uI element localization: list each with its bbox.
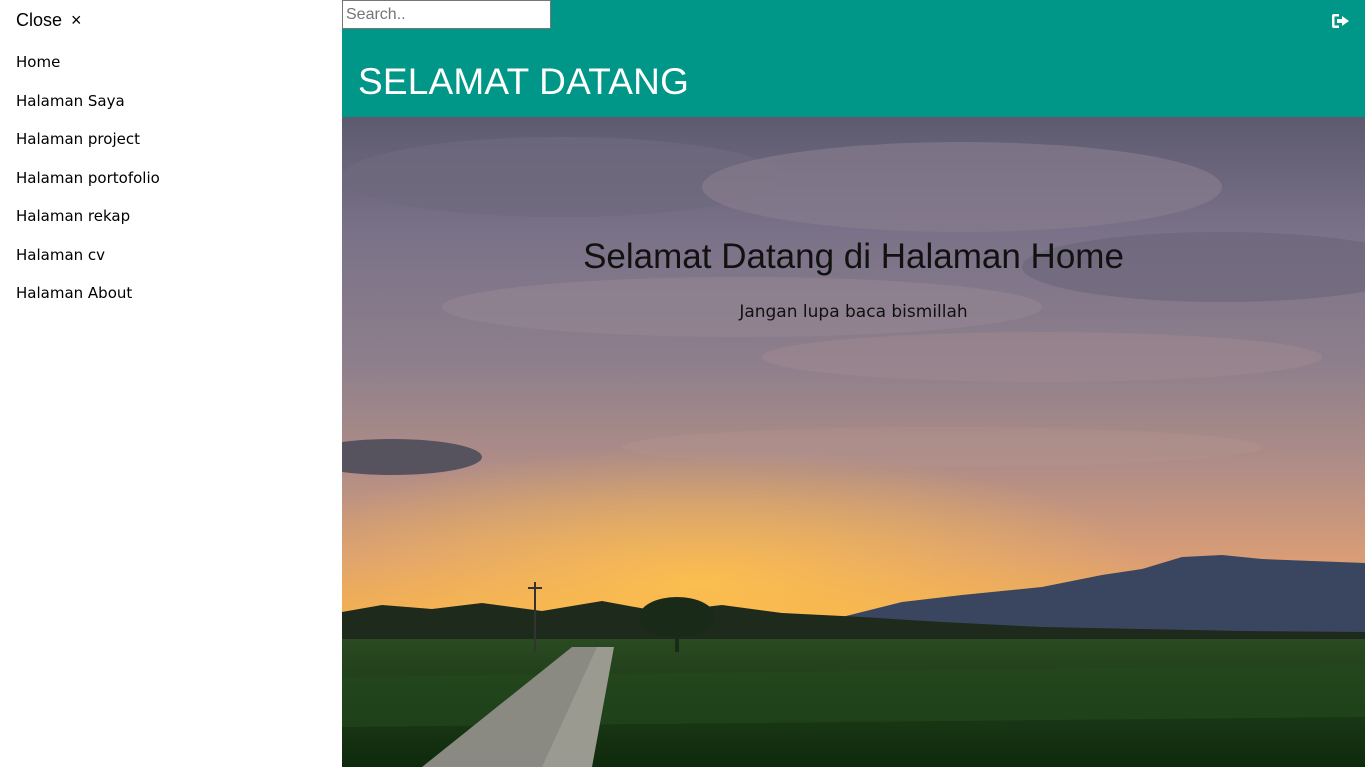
- close-icon: ×: [71, 10, 82, 30]
- sunset-rice-field-image: [342, 117, 1365, 767]
- close-sidebar-button[interactable]: Close ×: [16, 10, 82, 31]
- sidebar-item-halaman-about[interactable]: Halaman About: [16, 283, 160, 322]
- sidebar-item-halaman-cv[interactable]: Halaman cv: [16, 245, 160, 284]
- sidebar-item-halaman-saya[interactable]: Halaman Saya: [16, 91, 160, 130]
- sidebar-item-halaman-portofolio[interactable]: Halaman portofolio: [16, 168, 160, 207]
- hero-subtext: Jangan lupa baca bismillah: [739, 302, 968, 322]
- sidebar-item-halaman-project[interactable]: Halaman project: [16, 129, 160, 168]
- sidebar: Close × Home Halaman Saya Halaman projec…: [0, 0, 342, 767]
- hero-section: Selamat Datang di Halaman Home Jangan lu…: [342, 117, 1365, 767]
- header-bar: SELAMAT DATANG: [342, 0, 1365, 117]
- sidebar-item-halaman-rekap[interactable]: Halaman rekap: [16, 206, 160, 245]
- search-input[interactable]: [342, 0, 551, 29]
- close-label: Close: [16, 10, 63, 30]
- sign-out-icon[interactable]: [1331, 12, 1351, 30]
- sidebar-nav: Home Halaman Saya Halaman project Halama…: [16, 52, 160, 322]
- page-title: SELAMAT DATANG: [358, 61, 690, 102]
- hero-heading: Selamat Datang di Halaman Home: [583, 237, 1124, 276]
- main-content: SELAMAT DATANG: [342, 0, 1365, 767]
- sidebar-item-home[interactable]: Home: [16, 52, 160, 91]
